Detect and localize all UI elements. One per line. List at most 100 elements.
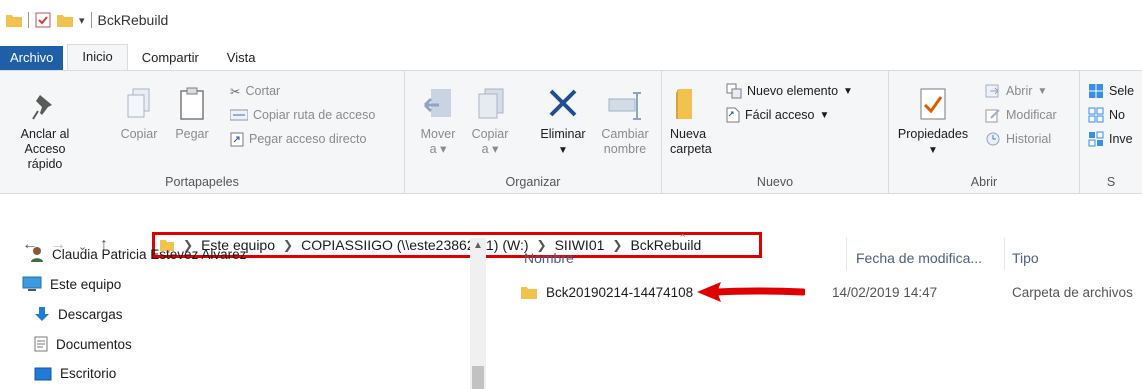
nav-item-label: Documentos: [56, 336, 132, 352]
nav-item-label: Claudia Patricia Estevez Alvarez: [52, 246, 247, 262]
new-folder-icon: [676, 89, 692, 119]
paste-shortcut-icon: [230, 132, 244, 147]
customize-qat-dropdown-icon[interactable]: ▾: [79, 14, 85, 27]
new-item-dropdown-icon: ▼: [843, 85, 853, 97]
column-divider[interactable]: [1004, 238, 1005, 270]
edit-button[interactable]: Modificar: [985, 105, 1057, 125]
sort-up-icon: ⌃: [678, 233, 688, 245]
rename-button[interactable]: Cambiar nombre: [597, 85, 653, 157]
title-bar: ▾ BckRebuild: [0, 0, 1142, 40]
folder-icon: [521, 287, 537, 299]
cut-label: Cortar: [245, 84, 281, 98]
properties-dropdown-icon[interactable]: ▼: [928, 145, 938, 156]
select-all-button[interactable]: Sele: [1088, 81, 1134, 101]
scroll-thumb[interactable]: [472, 366, 484, 389]
new-item-button[interactable]: Nuevo elemento ▼: [726, 81, 853, 101]
copy-icon: [127, 88, 150, 118]
copy-path-label: Copiar ruta de acceso: [253, 108, 376, 122]
column-divider[interactable]: [846, 238, 847, 270]
window-title: BckRebuild: [97, 12, 169, 28]
move-to-line2: a: [429, 142, 437, 156]
delete-dropdown-icon[interactable]: ▼: [558, 145, 568, 156]
pin-quick-access-button[interactable]: Anclar al Acceso rápido: [10, 89, 80, 172]
nav-item-este-equipo[interactable]: Este equipo: [22, 276, 121, 292]
nav-item-user[interactable]: Claudia Patricia Estevez Alvarez: [30, 246, 246, 262]
pin-icon: [32, 95, 52, 120]
tab-compartir[interactable]: Compartir: [128, 46, 213, 70]
select-none-button[interactable]: No: [1088, 105, 1125, 125]
group-abrir: Propiedades ▼ Abrir ▼ Modificar Historia…: [889, 71, 1080, 193]
delete-button[interactable]: Eliminar ▼: [533, 85, 593, 158]
group-label-portapapeles: Portapapeles: [165, 175, 239, 189]
move-to-button[interactable]: Mover a ▾: [415, 85, 461, 157]
nav-item-label: Escritorio: [60, 366, 117, 381]
rename-line1: Cambiar: [601, 127, 649, 141]
copy-to-button[interactable]: Copiar a ▾: [467, 85, 513, 157]
navigation-pane-scrollbar[interactable]: ▲: [470, 238, 486, 389]
tab-archivo[interactable]: Archivo: [0, 46, 64, 70]
history-button[interactable]: Historial: [985, 129, 1051, 149]
select-none-icon: [1088, 107, 1104, 123]
new-folder-icon[interactable]: [57, 13, 73, 27]
paste-label: Pegar: [175, 127, 209, 141]
group-nuevo: Nueva carpeta Nuevo elemento ▼ Fácil acc…: [662, 71, 889, 193]
easy-access-button[interactable]: Fácil acceso ▼: [726, 105, 829, 125]
column-label: Nombre: [524, 250, 574, 266]
ribbon: Anclar al Acceso rápido Copiar Pegar ✂ C…: [0, 70, 1142, 194]
properties-button[interactable]: Propiedades ▼: [893, 85, 973, 158]
paste-button[interactable]: Pegar: [170, 85, 214, 142]
user-icon: [31, 247, 43, 262]
cut-button[interactable]: ✂ Cortar: [230, 81, 280, 101]
move-to-line1: Mover: [420, 127, 456, 141]
paste-shortcut-label: Pegar acceso directo: [249, 132, 367, 146]
tab-inicio[interactable]: Inicio: [67, 44, 128, 70]
documents-icon: [34, 336, 48, 352]
open-dropdown-icon: ▼: [1037, 85, 1048, 97]
scroll-up-arrow-icon[interactable]: ▲: [473, 240, 483, 251]
move-to-icon: [423, 89, 451, 117]
nav-item-documentos[interactable]: Documentos: [34, 336, 132, 352]
invert-selection-button[interactable]: Inve: [1088, 129, 1133, 149]
paste-shortcut-button[interactable]: Pegar acceso directo: [230, 129, 366, 149]
invert-selection-label: Inve: [1109, 132, 1133, 146]
select-none-label: No: [1109, 108, 1125, 122]
new-item-icon: [726, 83, 742, 99]
copy-to-line1: Copiar: [471, 127, 509, 141]
open-button[interactable]: Abrir ▼: [985, 81, 1047, 101]
nav-item-label: Descargas: [58, 306, 123, 322]
properties-check-icon[interactable]: [35, 12, 51, 28]
new-folder-button[interactable]: Nueva carpeta: [670, 85, 720, 157]
file-name: Bck20190214-14474108: [546, 284, 694, 300]
group-organizar: Mover a ▾ Copiar a ▾ Eliminar ▼ Cambiar …: [405, 71, 662, 193]
copy-to-line2: a: [481, 142, 489, 156]
history-label: Historial: [1006, 132, 1052, 146]
history-icon: [986, 132, 1000, 146]
copy-path-button[interactable]: Copiar ruta de acceso: [230, 105, 375, 125]
column-header-tipo[interactable]: Tipo: [1012, 238, 1142, 274]
column-header-fecha[interactable]: Fecha de modifica...: [856, 238, 1006, 274]
nav-item-descargas[interactable]: Descargas: [34, 306, 123, 322]
select-all-icon: [1089, 84, 1103, 98]
group-label-abrir: Abrir: [970, 175, 998, 189]
column-label: Fecha de modifica...: [856, 250, 983, 266]
new-item-label: Nuevo elemento: [747, 84, 839, 98]
quick-access-toolbar: ▾ BckRebuild: [6, 10, 168, 30]
tab-vista[interactable]: Vista: [213, 46, 270, 70]
rename-icon: [608, 92, 641, 120]
file-row[interactable]: Bck20190214-14474108 14/02/2019 14:47 Ca…: [520, 280, 1142, 304]
nav-item-escritorio[interactable]: Escritorio: [34, 366, 116, 381]
easy-access-dropdown-icon: ▼: [819, 109, 830, 121]
file-date: 14/02/2019 14:47: [832, 284, 938, 300]
folder-icon: [6, 15, 22, 27]
select-all-label: Sele: [1109, 84, 1135, 98]
ribbon-tabs: Archivo Inicio Compartir Vista: [0, 44, 1142, 70]
easy-access-label: Fácil acceso: [745, 108, 815, 122]
edit-label: Modificar: [1006, 108, 1057, 122]
column-label: Tipo: [1012, 250, 1039, 266]
pin-label-line2: Acceso rápido: [24, 142, 66, 171]
copy-path-icon: [230, 109, 248, 121]
column-header-nombre[interactable]: ⌃ Nombre: [524, 233, 844, 274]
open-icon: [985, 84, 999, 98]
new-folder-line2: carpeta: [670, 142, 712, 156]
copy-button[interactable]: Copiar: [117, 85, 161, 142]
